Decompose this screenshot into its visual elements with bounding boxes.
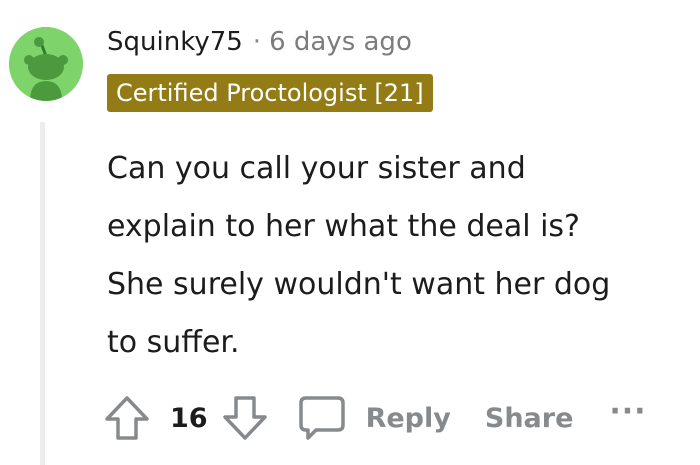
snoo-avatar-icon xyxy=(9,27,83,101)
meta-separator: · xyxy=(252,27,262,57)
comment: Squinky75 · 6 days ago Certified Proctol… xyxy=(0,0,700,465)
username-link[interactable]: Squinky75 xyxy=(107,27,243,57)
comment-body-line: to suffer. xyxy=(107,325,240,360)
speech-bubble-icon xyxy=(298,396,345,440)
comment-meta: Squinky75 · 6 days ago xyxy=(107,24,412,60)
more-options-button[interactable]: ··· xyxy=(609,394,646,429)
reply-icon-button[interactable] xyxy=(298,395,346,441)
thread-line[interactable] xyxy=(40,122,45,465)
user-flair-badge: Certified Proctologist [21] xyxy=(107,74,433,112)
timestamp[interactable]: 6 days ago xyxy=(269,27,412,57)
comment-body-line: Can you call your sister and xyxy=(107,151,526,186)
comment-body-line: explain to her what the deal is? xyxy=(107,209,580,244)
comment-body-line: She surely wouldn't want her dog xyxy=(107,267,611,302)
upvote-button[interactable] xyxy=(104,395,150,441)
share-button[interactable]: Share xyxy=(485,403,574,434)
reply-button[interactable]: Reply xyxy=(366,403,451,434)
avatar[interactable] xyxy=(9,27,83,101)
comment-body: Can you call your sister and explain to … xyxy=(107,140,692,372)
downvote-arrow-icon xyxy=(222,396,267,440)
upvote-arrow-icon xyxy=(105,396,149,440)
vote-score: 16 xyxy=(170,402,208,434)
comment-actions: 16 Reply Share ··· xyxy=(104,390,647,446)
downvote-button[interactable] xyxy=(222,395,268,441)
